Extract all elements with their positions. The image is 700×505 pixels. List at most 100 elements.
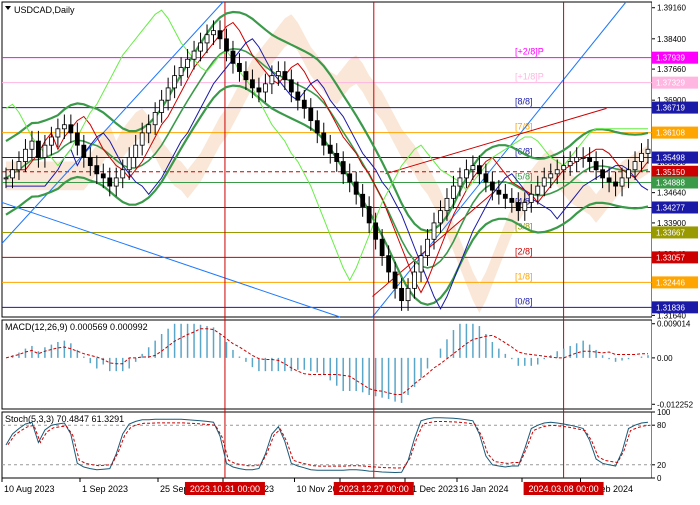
candle-body <box>600 169 606 179</box>
candle-body <box>301 99 307 109</box>
candle-body <box>444 197 450 212</box>
price-tag-label: 1.35150 <box>656 168 685 177</box>
price-tag-label: 1.34277 <box>656 203 685 212</box>
candle-body <box>87 157 93 167</box>
candle-body <box>431 222 437 240</box>
candle-body <box>139 132 145 146</box>
candle-body <box>379 238 385 257</box>
murrey-label-8: [2/8] <box>515 246 533 256</box>
candle-body <box>632 161 638 171</box>
x-tick-label: 1 Sep 2023 <box>82 484 128 494</box>
stoch-tick-label: 0 <box>657 474 662 483</box>
price-tick-label: 1.34640 <box>657 189 686 198</box>
candle-body <box>502 193 508 199</box>
candle-body <box>464 169 469 179</box>
candle-body <box>418 255 424 273</box>
candle-body <box>639 152 644 162</box>
candle-body <box>126 157 132 171</box>
candle-body <box>74 132 80 146</box>
candle-body <box>55 128 61 138</box>
candle-body <box>256 87 262 93</box>
macd-tick-label: 0.00 <box>657 354 673 363</box>
candle-body <box>451 185 456 199</box>
candle-body <box>295 91 301 101</box>
candle-body <box>100 173 106 179</box>
stoch-tick-label: 100 <box>657 408 671 417</box>
candle-body <box>3 177 9 180</box>
candle-body <box>230 50 236 64</box>
candle-body <box>399 287 404 302</box>
candle-body <box>308 107 314 122</box>
candle-body <box>438 210 443 224</box>
x-tick-label: 21 Dec 2023 <box>407 484 458 494</box>
candle-body <box>626 169 631 179</box>
candle-body <box>178 67 184 77</box>
candle-body <box>269 75 275 85</box>
candle-body <box>567 161 573 167</box>
pane-frame-1 <box>1 319 653 410</box>
candle-body <box>48 136 54 146</box>
candle-body <box>580 157 586 159</box>
candle-body <box>483 173 489 183</box>
candle-body <box>68 124 74 134</box>
candle-body <box>528 193 534 203</box>
candle-body <box>470 165 476 171</box>
candle-body <box>353 181 359 195</box>
candle-body <box>561 165 567 171</box>
candle-body <box>120 169 126 179</box>
price-tick-label: 1.39160 <box>657 4 686 13</box>
candle-body <box>457 177 463 187</box>
candle-body <box>425 238 430 257</box>
candle-body <box>386 255 392 273</box>
candle-body <box>548 173 554 179</box>
vline-date-tag-label: 2023.10.31 00:00 <box>190 484 260 494</box>
candle-body <box>250 79 255 89</box>
candle-body <box>217 30 223 40</box>
price-tag-label: 1.34888 <box>656 178 685 187</box>
candle-body <box>204 34 210 44</box>
murrey-label-10: [0/8] <box>515 296 533 306</box>
price-tick-label: 1.38400 <box>657 35 686 44</box>
candle-body <box>29 140 35 150</box>
vline-date-tag-label: 2023.12.27 00:00 <box>339 484 409 494</box>
candle-body <box>476 165 482 175</box>
candle-body <box>224 38 229 52</box>
candle-body <box>360 193 366 207</box>
x-tick-label: 10 Aug 2023 <box>4 484 55 494</box>
candle-body <box>522 202 528 212</box>
price-tick-label: 1.37660 <box>657 65 686 74</box>
macd-label: MACD(12,26,9) 0.000569 0.000992 <box>5 322 148 332</box>
murrey-label-5: [5/8] <box>515 171 533 181</box>
candle-body <box>107 177 113 187</box>
candle-body <box>645 148 651 154</box>
candle-body <box>327 144 333 154</box>
candle-body <box>509 197 515 203</box>
murrey-label-0: [+2/8]P <box>515 47 544 57</box>
candle-body <box>165 87 171 101</box>
price-tag-label: 1.33057 <box>656 253 685 262</box>
stoch-tick-label: 80 <box>657 421 666 430</box>
candle-body <box>23 148 28 162</box>
price-tag-label: 1.35498 <box>656 154 685 163</box>
candle-body <box>159 99 165 113</box>
candle-body <box>587 157 593 162</box>
candle-body <box>535 185 541 195</box>
candle-body <box>133 144 139 158</box>
candle-body <box>262 83 268 93</box>
macd-tick-label: 0.009014 <box>657 320 691 329</box>
candle-body <box>211 30 216 36</box>
candle-body <box>613 181 618 187</box>
candle-body <box>574 157 580 162</box>
price-tag-label: 1.36719 <box>656 104 685 113</box>
candle-body <box>113 177 119 187</box>
candle-body <box>606 177 612 183</box>
candle-body <box>237 62 242 72</box>
candle-body <box>373 222 379 240</box>
candle-body <box>61 124 67 130</box>
price-tag-label: 1.33667 <box>656 228 685 237</box>
price-tag-label: 1.36108 <box>656 129 685 138</box>
stoch-tick-label: 20 <box>657 461 666 470</box>
candle-body <box>152 112 158 126</box>
murrey-label-2: [8/8] <box>515 97 533 107</box>
x-tick-label: 16 Jan 2024 <box>459 484 509 494</box>
